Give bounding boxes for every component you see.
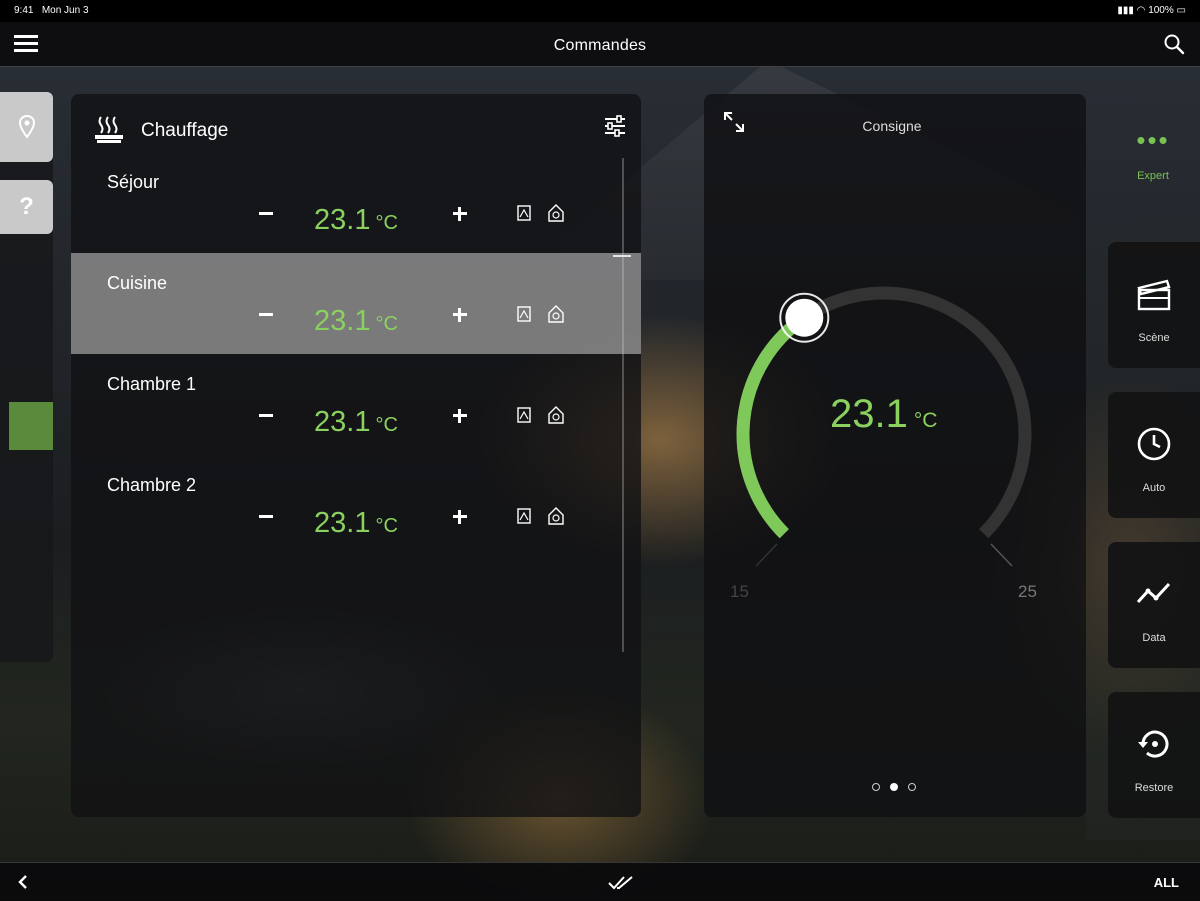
room-name: Cuisine — [107, 273, 168, 293]
dial-max-label: 25 — [1018, 582, 1037, 601]
setpoint-title: Consigne — [862, 118, 922, 134]
left-dock: ? — [0, 92, 53, 662]
decrease-button[interactable] — [257, 402, 277, 428]
room-name: Séjour — [107, 172, 160, 192]
home-schedule-icon[interactable] — [548, 507, 564, 525]
increase-button[interactable] — [451, 301, 471, 327]
mode-scene-button[interactable]: Scène — [1108, 242, 1200, 368]
room-temperature: 23.1 °C — [314, 305, 398, 337]
heating-title: Chauffage — [141, 120, 229, 141]
room-temperature: 23.1 °C — [314, 507, 398, 539]
page-dot[interactable] — [872, 783, 880, 791]
bottom-bar: ALL — [0, 862, 1200, 901]
dial-knob[interactable] — [779, 292, 830, 343]
location-button[interactable] — [0, 92, 53, 162]
home-schedule-icon[interactable] — [548, 305, 564, 323]
decrease-button[interactable] — [257, 301, 277, 327]
clock-icon — [1137, 427, 1171, 461]
dial-min-label: 15 — [730, 582, 749, 601]
page-dot[interactable] — [890, 783, 898, 791]
page-title: Commandes — [553, 37, 647, 54]
chevron-left-icon[interactable] — [16, 874, 30, 890]
question-icon: ? — [19, 193, 34, 220]
clapperboard-icon — [1137, 279, 1171, 311]
room-row[interactable]: Cuisine 23.1 °C — [71, 253, 641, 354]
sliders-icon[interactable] — [603, 114, 627, 138]
top-bar: Commandes — [0, 22, 1200, 67]
room-row[interactable]: Séjour 23.1 °C — [71, 152, 641, 253]
decrease-button[interactable] — [257, 200, 277, 226]
room-temperature: 23.1 °C — [314, 204, 398, 236]
status-bar: 9:41 Mon Jun 3 ▮▮▮ ◠ 100% ▭ — [0, 0, 1200, 22]
room-row[interactable]: Chambre 1 23.1 °C — [71, 354, 641, 455]
increase-button[interactable] — [451, 402, 471, 428]
home-schedule-icon[interactable] — [548, 204, 564, 222]
status-time: 9:41 — [14, 5, 34, 16]
more-dots-icon: ••• — [1136, 125, 1170, 155]
setpoint-value: 23.1 °C — [830, 392, 938, 436]
page-indicator — [872, 778, 926, 796]
battery-level: 100% — [1148, 5, 1174, 16]
page-dot[interactable] — [908, 783, 916, 791]
status-date: Mon Jun 3 — [41, 5, 89, 16]
active-indicator — [9, 402, 53, 450]
thermostat-mode-icon[interactable] — [517, 508, 531, 524]
dial-min-tick — [755, 543, 778, 567]
thermostat-mode-icon[interactable] — [517, 205, 531, 221]
all-button[interactable]: ALL — [1154, 875, 1179, 890]
increase-button[interactable] — [451, 503, 471, 529]
search-icon[interactable] — [1162, 32, 1186, 56]
thermostat-mode-icon[interactable] — [517, 407, 531, 423]
mode-auto-button[interactable]: Auto — [1108, 392, 1200, 518]
room-name: Chambre 1 — [107, 374, 197, 394]
increase-button[interactable] — [451, 200, 471, 226]
dial-max-tick — [990, 543, 1013, 567]
heating-panel: Chauffage Séjour 23.1 °C Cuisine 23.1 °C C… — [71, 94, 641, 817]
wifi-icon: ◠ — [1136, 5, 1146, 16]
expert-button[interactable]: ••• Expert — [1118, 125, 1188, 182]
mode-data-button[interactable]: Data — [1108, 542, 1200, 668]
room-name: Chambre 2 — [107, 475, 197, 495]
double-check-icon[interactable] — [608, 874, 634, 890]
help-button[interactable]: ? — [0, 180, 53, 234]
battery-icon: ▭ — [1176, 5, 1186, 16]
signal-icon: ▮▮▮ — [1117, 5, 1134, 16]
heating-icon — [95, 116, 123, 143]
mode-restore-button[interactable]: Restore — [1108, 692, 1200, 818]
room-temperature: 23.1 °C — [314, 406, 398, 438]
decrease-button[interactable] — [257, 503, 277, 529]
room-row[interactable]: Chambre 2 23.1 °C — [71, 455, 641, 556]
location-pin-icon — [18, 115, 35, 139]
home-schedule-icon[interactable] — [548, 406, 564, 424]
thermostat-mode-icon[interactable] — [517, 306, 531, 322]
dial-value-arc — [736, 312, 808, 539]
setpoint-panel: Consigne 23.1 °C 15 25 — [704, 94, 1086, 817]
chart-line-icon — [1136, 582, 1171, 604]
restore-icon — [1138, 730, 1169, 758]
